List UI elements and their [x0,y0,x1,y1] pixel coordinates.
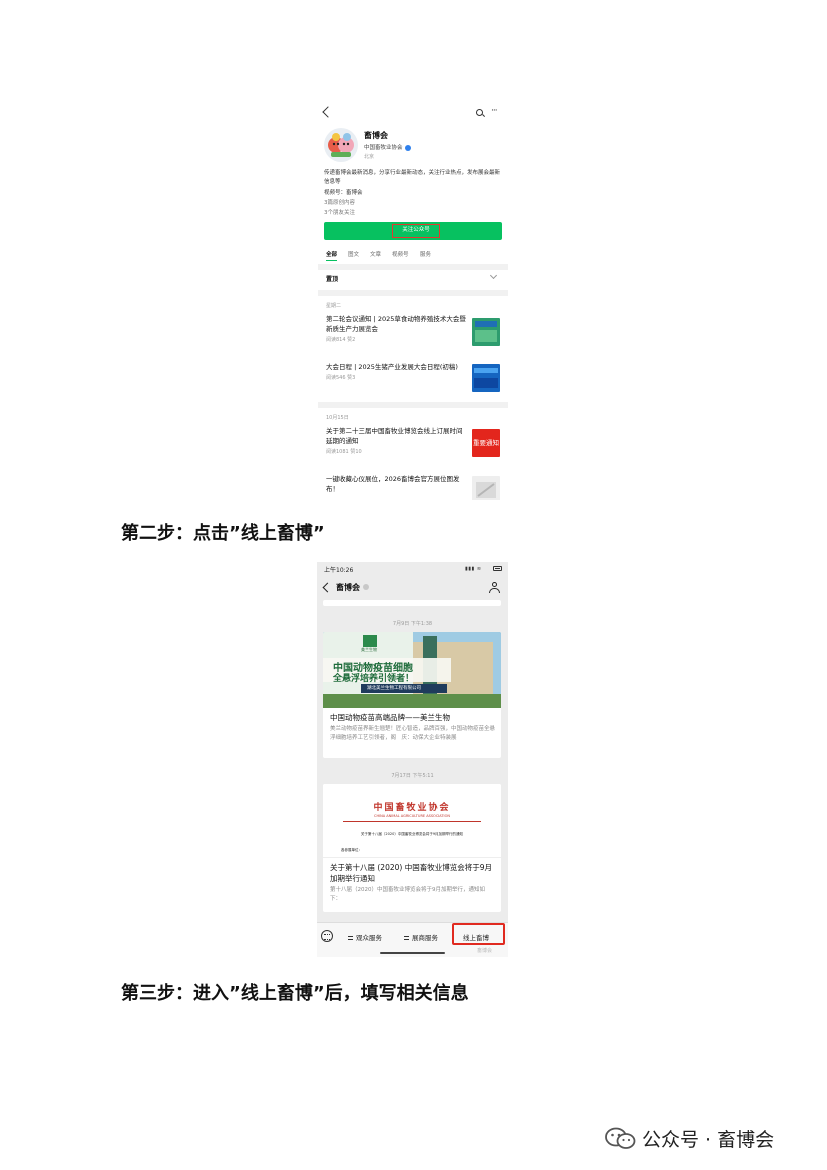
follow-button[interactable]: 关注公众号 [324,222,502,240]
card-banner: 美兰生物 中国动物疫苗细胞 全悬浮培养引领者！ 湖北美兰生物工程有限公司 [323,632,501,708]
org-header-en: CHINA ANIMAL AGRICULTURE ASSOCIATION [374,814,450,818]
article-thumbnail: 重要通知 [472,429,500,457]
highlight-box [452,923,505,945]
location-text: 北京 [364,154,375,160]
bottom-menu: 观众服务 展商服务 线上畜博 畜博会 [317,922,508,957]
account-name: 畜博会 [364,131,388,140]
divider [318,264,508,270]
mute-icon [363,584,369,590]
message-card[interactable]: 美兰生物 中国动物疫苗细胞 全悬浮培养引领者！ 湖北美兰生物工程有限公司 中国动… [323,632,501,758]
menu-visitor-services[interactable]: 观众服务 [348,932,382,942]
account-description: 传递畜博会最新消息，分享行业最新动态，关注行业热点，发布展会最新信息等 [324,170,501,185]
card-description: 第十八届（2020）中国畜牧业博览会将于9月加期举行，通知如下： [330,887,485,902]
menu-icon [404,936,409,940]
account-profile-screenshot: ··· 畜博会 中国畜牧业协会 北京 传递畜博会最新消息，分享行业最新动态，关注… [318,102,508,500]
verified-icon [404,144,411,151]
article-title: 第二轮会议通知 | 2025草食动物养殖技术大会暨新质生产力展览会 [326,315,466,333]
profile-top-bar: ··· [318,102,508,124]
article-stats: 阅读546 赞3 [326,375,356,381]
back-icon[interactable] [322,106,334,118]
signal-icon: ▮▮▮ ≋ [465,566,482,572]
account-avatar [324,128,358,162]
banner-logo-text: 美兰生物 [361,647,377,652]
chevron-down-icon[interactable] [489,271,498,280]
article-thumbnail [472,364,500,392]
pinned-label[interactable]: 置顶 [326,274,338,283]
status-bar: 上午10:26 ▮▮▮ ≋ [317,562,508,576]
banner-line2: 全悬浮培养引领者！ [333,674,415,684]
group-date: 10月15日 [326,415,349,421]
article-item[interactable]: 一键收藏心仪展位，2026畜博会官方展位图发布！ [326,474,466,494]
thumbnail-text: 重要通知 [473,439,499,447]
menu-icon [348,936,353,940]
watermark-text: 畜博会 [477,948,493,954]
chat-title: 畜博会 [336,583,360,592]
search-icon[interactable] [476,109,483,116]
status-time: 上午10:26 [324,567,354,574]
article-thumbnail [472,318,500,346]
video-channel-link[interactable]: 视频号：畜博会 [324,188,363,196]
home-indicator [380,952,445,954]
wechat-icon [605,1127,636,1149]
doc-line: 各参展单位： [341,848,362,852]
keyboard-icon[interactable] [321,930,333,942]
tab-services[interactable]: 服务 [420,250,431,258]
back-icon[interactable] [322,582,333,593]
message-timestamp: 7月9日 下午1:38 [392,621,433,627]
card-title: 关于第十八届 (2020) 中国畜牧业博览会将于9月加期举行通知 [330,863,492,883]
tab-all[interactable]: 全部 [326,250,338,261]
chat-screenshot: 上午10:26 ▮▮▮ ≋ 畜博会 7月9日 下午1:38 美兰生物 中国动物疫… [317,562,508,957]
chat-header: 畜博会 [317,578,508,598]
message-card[interactable]: 中国畜牧业协会 CHINA ANIMAL AGRICULTURE ASSOCIA… [323,784,501,912]
divider [318,402,508,408]
article-item[interactable]: 第二轮会议通知 | 2025草食动物养殖技术大会暨新质生产力展览会 阅读814 … [326,314,466,343]
step-three-caption: 第三步：进入”线上畜博”后，填写相关信息 [121,983,469,1004]
article-item[interactable]: 关于第二十三届中国畜牧业博览会线上订展时间延期的通知 阅读1081 赞10 [326,426,466,455]
content-tabs: 全部 图文 文章 视频号 服务 [324,250,504,262]
article-thumbnail [472,476,500,500]
banner-company: 湖北美兰生物工程有限公司 [367,686,421,691]
divider [343,821,481,822]
group-date: 星期二 [326,303,342,309]
menu-exhibitor-services[interactable]: 展商服务 [404,932,438,942]
article-title: 一键收藏心仪展位，2026畜博会官方展位图发布！ [326,475,460,493]
step-two-caption: 第二步：点击”线上畜博” [121,523,325,544]
more-icon[interactable]: ··· [491,106,498,116]
org-name: 中国畜牧业协会 [364,143,411,151]
tab-video[interactable]: 视频号 [392,250,409,258]
message-card-partial [323,600,501,606]
footer-text: 公众号 · 畜博会 [642,1129,775,1151]
org-header: 中国畜牧业协会 [373,803,451,813]
original-count: 3篇原创内容 [324,200,355,206]
follow-button-label: 关注公众号 [392,224,440,238]
tab-articles[interactable]: 文章 [370,250,381,258]
article-item[interactable]: 大会日程 | 2025生猪产业发展大会日程(初稿) 阅读546 赞3 [326,362,466,381]
tab-image-text[interactable]: 图文 [348,250,359,258]
article-title: 关于第二十三届中国畜牧业博览会线上订展时间延期的通知 [326,427,463,445]
article-stats: 阅读814 赞2 [326,337,356,343]
article-title: 大会日程 | 2025生猪产业发展大会日程(初稿) [326,363,458,371]
friends-follow: 3个朋友关注 [324,210,355,216]
message-timestamp: 7月17日 下午5:11 [391,773,434,779]
article-stats: 阅读1081 赞10 [326,449,362,455]
profile-icon[interactable] [489,582,500,594]
card-title: 中国动物疫苗高端品牌——美兰生物 [330,713,450,722]
card-banner: 中国畜牧业协会 CHINA ANIMAL AGRICULTURE ASSOCIA… [323,784,501,858]
card-description: 美兰动物疫苗界新生翘楚！匠心智造，品牌百强，中国动物疫苗全悬浮细胞培养工艺引领者… [330,726,496,741]
divider [318,290,508,296]
doc-line: 关于第十八届（2020）中国畜牧业博览会将于9月加期举行的通知 [360,832,464,836]
battery-icon [493,566,502,571]
